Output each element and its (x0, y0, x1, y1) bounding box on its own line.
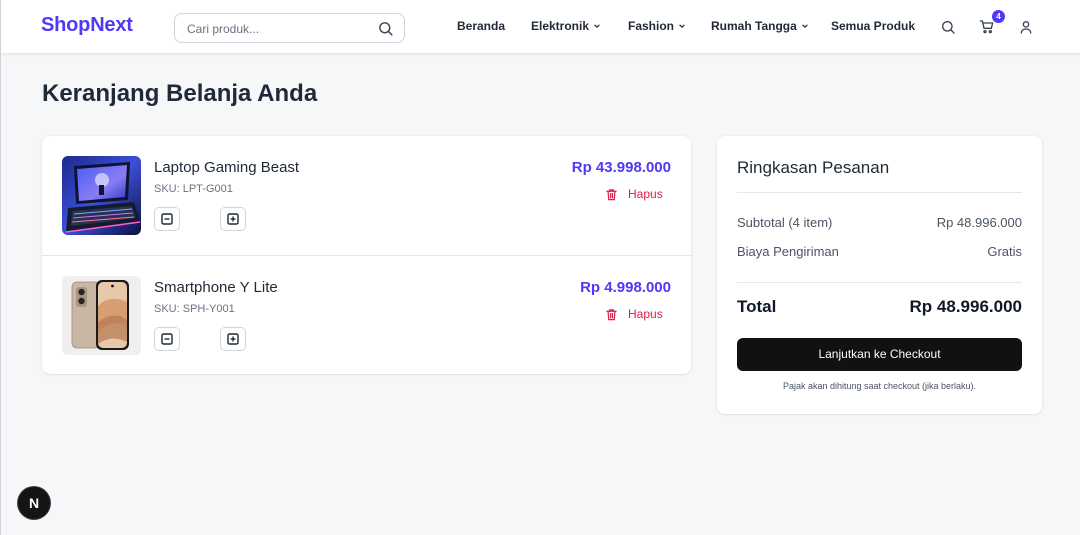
decrease-quantity-button[interactable] (154, 327, 180, 351)
search-input[interactable] (187, 20, 372, 37)
shipping-value: Gratis (987, 244, 1022, 259)
nav-label: Elektronik (531, 19, 590, 33)
plus-icon (227, 333, 239, 345)
trash-icon (606, 308, 617, 320)
increase-quantity-button[interactable] (220, 207, 246, 231)
minus-icon (161, 213, 173, 225)
item-name[interactable]: Laptop Gaming Beast (154, 159, 299, 176)
plus-icon (227, 213, 239, 225)
divider (737, 282, 1022, 283)
item-sku: SKU: LPT-G001 (154, 183, 233, 195)
remove-item-button[interactable]: Hapus (605, 187, 663, 201)
remove-label: Hapus (628, 187, 663, 201)
shipping-label: Biaya Pengiriman (737, 244, 839, 259)
subtotal-row: Subtotal (4 item) Rp 48.996.000 (737, 215, 1022, 230)
search-icon[interactable] (940, 19, 956, 35)
total-label: Total (737, 297, 777, 316)
nav-beranda[interactable]: Beranda (457, 19, 505, 33)
nav-label: Rumah Tangga (711, 19, 797, 33)
search-icon[interactable] (377, 20, 394, 37)
smartphone-image[interactable] (62, 276, 141, 355)
search-box (174, 13, 405, 43)
cart-count-badge: 4 (992, 10, 1005, 23)
devtools-badge[interactable]: N (18, 487, 50, 519)
order-summary-card: Ringkasan Pesanan Subtotal (4 item) Rp 4… (717, 136, 1042, 414)
top-navbar: ShopNext Beranda Elektronik Fashion Ruma… (1, 0, 1080, 54)
subtotal-value: Rp 48.996.000 (936, 215, 1022, 230)
item-name[interactable]: Smartphone Y Lite (154, 279, 278, 296)
brand-logo[interactable]: ShopNext (41, 14, 133, 37)
minus-icon (161, 333, 173, 345)
cart-item: Smartphone Y Lite SKU: SPH-Y001 2 Rp 4.9… (42, 255, 691, 374)
subtotal-label: Subtotal (4 item) (737, 215, 833, 230)
remove-item-button[interactable]: Hapus (605, 307, 663, 321)
nav-semua-produk[interactable]: Semua Produk (831, 19, 915, 33)
chevron-down-icon (801, 24, 808, 29)
chevron-down-icon (594, 24, 600, 29)
nav-label: Beranda (457, 19, 506, 33)
nav-elektronik[interactable]: Elektronik (531, 19, 601, 33)
increase-quantity-button[interactable] (220, 327, 246, 351)
decrease-quantity-button[interactable] (154, 207, 180, 231)
cart-icon[interactable] (979, 19, 995, 35)
cart-item: Laptop Gaming Beast SKU: LPT-G001 2 Rp 4… (42, 136, 691, 255)
checkout-button[interactable]: Lanjutkan ke Checkout (737, 338, 1022, 371)
item-price: Rp 43.998.000 (571, 159, 671, 176)
item-price: Rp 4.998.000 (580, 279, 671, 296)
remove-label: Hapus (628, 307, 663, 321)
laptop-image[interactable] (62, 156, 141, 235)
nav-fashion[interactable]: Fashion (628, 19, 686, 33)
nav-rumah-tangga[interactable]: Rumah Tangga (711, 19, 809, 33)
shipping-row: Biaya Pengiriman Gratis (737, 244, 1022, 259)
tax-note: Pajak akan dihitung saat checkout (jika … (782, 381, 977, 391)
total-value: Rp 48.996.000 (909, 297, 1022, 316)
total-row: Total Rp 48.996.000 (737, 297, 1022, 317)
nav-label: Fashion (628, 19, 675, 33)
cart-items-card: Laptop Gaming Beast SKU: LPT-G001 2 Rp 4… (42, 136, 691, 374)
summary-title: Ringkasan Pesanan (737, 158, 890, 177)
trash-icon (606, 188, 617, 200)
divider (737, 192, 1022, 193)
user-icon[interactable] (1018, 19, 1034, 35)
page-title: Keranjang Belanja Anda (42, 80, 318, 107)
chevron-down-icon (679, 24, 685, 29)
item-sku: SKU: SPH-Y001 (154, 303, 235, 315)
nav-label: Semua Produk (831, 19, 916, 33)
